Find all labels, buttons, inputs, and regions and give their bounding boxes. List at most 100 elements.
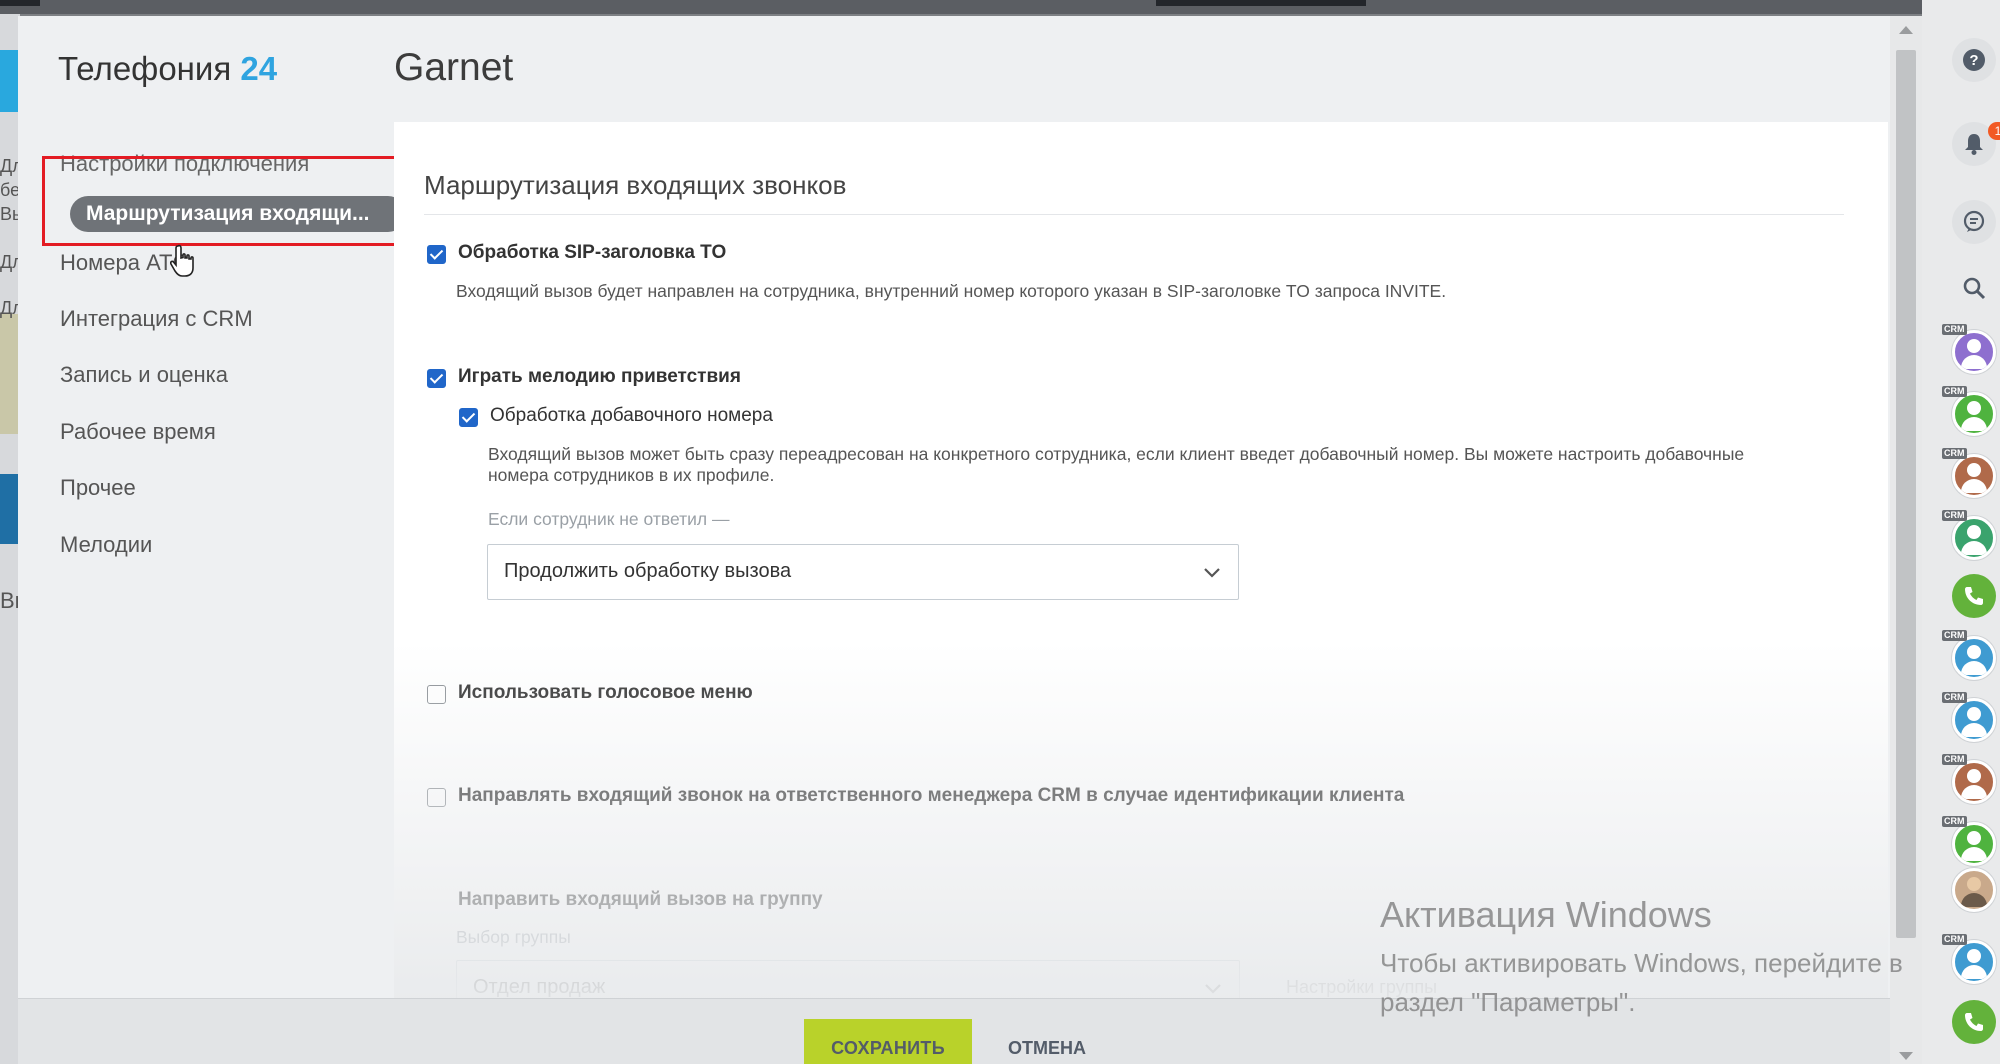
no-answer-select[interactable]: Продолжить обработку вызова — [487, 544, 1239, 600]
background-band — [0, 474, 20, 544]
crm-tag: CRM — [1942, 816, 1967, 827]
avatar-person-body — [1961, 661, 1987, 675]
vertical-scrollbar[interactable] — [1890, 16, 1922, 1064]
crm-contact-avatar[interactable] — [1952, 454, 1996, 498]
background-text: бе — [0, 180, 20, 200]
top-strip — [0, 0, 2000, 14]
avatar-person-body — [1961, 847, 1987, 861]
avatar-person-body — [1961, 723, 1987, 737]
ivr-checkbox[interactable] — [427, 685, 446, 704]
help-button[interactable]: ? — [1952, 38, 1996, 82]
avatar-person-body — [1961, 541, 1987, 555]
crm-contact-avatar[interactable] — [1952, 822, 1996, 866]
group-routing-title: Направить входящий вызов на группу — [458, 889, 823, 910]
chat-icon — [1963, 210, 1985, 232]
top-strip-block — [0, 0, 40, 6]
avatar-person-body — [1961, 417, 1987, 431]
avatar-person-icon — [1967, 463, 1981, 477]
no-answer-select-value: Продолжить обработку вызова — [504, 560, 792, 582]
crm-tag: CRM — [1942, 692, 1967, 703]
nav-item-working-hours[interactable]: Рабочее время — [60, 419, 216, 445]
scroll-down-arrow-icon[interactable] — [1899, 1052, 1913, 1060]
greeting-melody-label: Играть мелодию приветствия — [458, 366, 741, 387]
extension-number-checkbox[interactable] — [459, 408, 478, 427]
nav-item-crm-integration[interactable]: Интеграция с CRM — [60, 306, 253, 332]
background-text: Вы — [0, 588, 20, 613]
top-strip-block — [1156, 0, 1366, 6]
call-contact-button[interactable] — [1952, 574, 1996, 618]
crm-contact-avatar[interactable] — [1952, 636, 1996, 680]
greeting-melody-checkbox[interactable] — [427, 369, 446, 388]
avatar-shoulders — [1961, 893, 1987, 907]
highlight-annotation — [42, 156, 412, 246]
extension-number-label: Обработка добавочного номера — [490, 405, 773, 426]
avatar-person-body — [1961, 355, 1987, 369]
phone-icon — [1965, 1013, 1983, 1031]
section-divider — [424, 214, 1844, 215]
cancel-button[interactable]: ОТМЕНА — [1008, 1019, 1086, 1064]
avatar-person-icon — [1967, 769, 1981, 783]
search-button[interactable] — [1952, 266, 1996, 310]
avatar-person-icon — [1967, 707, 1981, 721]
bell-icon — [1965, 134, 1983, 155]
section-title: Маршрутизация входящих звонков — [424, 170, 847, 200]
crm-contact-avatar[interactable] — [1952, 392, 1996, 436]
group-select[interactable]: Отдел продаж — [456, 960, 1240, 1002]
extension-description-line1: Входящий вызов может быть сразу переадре… — [488, 444, 1745, 464]
crm-tag: CRM — [1942, 934, 1967, 945]
no-answer-label: Если сотрудник не ответил — — [488, 509, 730, 529]
avatar-person-icon — [1967, 339, 1981, 353]
crm-manager-label: Направлять входящий звонок на ответствен… — [458, 785, 1405, 806]
avatar-person-body — [1961, 479, 1987, 493]
app-title: Телефония 24 — [58, 50, 277, 88]
crm-tag: CRM — [1942, 510, 1967, 521]
crm-tag: CRM — [1942, 630, 1967, 641]
scroll-thumb[interactable] — [1896, 50, 1916, 938]
search-icon — [1963, 277, 1986, 300]
background-page: Дл бе Вы Дл Дл Вы — [0, 14, 20, 1064]
background-text: Дл — [0, 156, 20, 176]
save-button[interactable]: СОХРАНИТЬ — [804, 1019, 972, 1064]
app-title-number: 24 — [240, 50, 278, 87]
contact-photo-avatar[interactable] — [1952, 868, 1996, 912]
avatar-person-icon — [1967, 645, 1981, 659]
sip-header-checkbox[interactable] — [427, 245, 446, 264]
background-text: Дл — [0, 298, 20, 318]
background-text: Вы — [0, 204, 20, 224]
app-title-text: Телефония — [58, 50, 232, 87]
background-band — [0, 50, 20, 112]
ivr-label: Использовать голосовое меню — [458, 682, 753, 703]
nav-item-melodies[interactable]: Мелодии — [60, 532, 152, 558]
avatar-person-icon — [1967, 401, 1981, 415]
windows-activation-title: Активация Windows — [1380, 894, 1712, 935]
page-title: Garnet — [394, 46, 514, 89]
call-contact-button[interactable] — [1952, 1000, 1996, 1044]
nav-item-recording[interactable]: Запись и оценка — [60, 362, 228, 388]
crm-contact-avatar[interactable] — [1952, 330, 1996, 374]
routing-settings-card: Маршрутизация входящих звонков Обработка… — [394, 122, 1888, 1002]
crm-tag: CRM — [1942, 324, 1967, 335]
crm-manager-checkbox[interactable] — [427, 788, 446, 807]
svg-text:?: ? — [1969, 52, 1978, 69]
sip-header-label: Обработка SIP-заголовка TO — [458, 242, 727, 263]
avatar-person-body — [1961, 785, 1987, 799]
windows-activation-line2: раздел "Параметры". — [1380, 987, 1636, 1017]
sip-header-description: Входящий вызов будет направлен на сотруд… — [456, 281, 1447, 301]
group-select-label: Выбор группы — [456, 927, 571, 947]
group-select-value: Отдел продаж — [473, 976, 606, 998]
avatar-face — [1967, 877, 1981, 891]
scroll-up-arrow-icon[interactable] — [1899, 26, 1913, 34]
crm-contact-avatar[interactable] — [1952, 940, 1996, 984]
crm-contact-avatar[interactable] — [1952, 698, 1996, 742]
nav-item-other[interactable]: Прочее — [60, 475, 136, 501]
hand-cursor-icon — [170, 244, 194, 277]
crm-tag: CRM — [1942, 448, 1967, 459]
avatar-person-body — [1961, 965, 1987, 979]
crm-contact-avatar[interactable] — [1952, 516, 1996, 560]
chat-button[interactable] — [1952, 200, 1996, 244]
extension-description-line2: номера сотрудников в их профиле. — [488, 465, 775, 485]
avatar-person-icon — [1967, 525, 1981, 539]
crm-contact-avatar[interactable] — [1952, 760, 1996, 804]
background-band — [0, 314, 20, 434]
avatar-person-icon — [1967, 949, 1981, 963]
